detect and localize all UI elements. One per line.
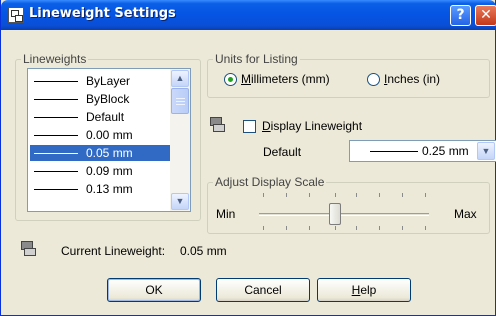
display-lineweight-label[interactable]: Display Lineweight [262, 119, 362, 133]
current-lineweight-value: 0.05 mm [180, 244, 227, 258]
list-item[interactable]: ByBlock [30, 91, 170, 107]
list-item-label: ByLayer [86, 74, 131, 88]
lineweight-settings-dialog: Lineweight Settings ? ✕ Lineweights ByLa… [0, 0, 496, 316]
line-sample [34, 135, 78, 136]
chevron-down-icon[interactable]: ▼ [477, 142, 495, 160]
scroll-down-arrow-icon[interactable]: ▼ [171, 193, 189, 210]
line-sample [34, 99, 78, 100]
list-item-label: 0.13 mm [86, 182, 133, 196]
inches-label[interactable]: Inches (in) [384, 72, 440, 86]
list-item-label: ByBlock [86, 92, 130, 106]
scale-min-label: Min [216, 207, 236, 221]
line-sample [370, 151, 418, 152]
scroll-up-arrow-icon[interactable]: ▲ [171, 70, 189, 87]
title-bar[interactable]: Lineweight Settings ? ✕ [1, 0, 496, 30]
line-sample [34, 153, 78, 154]
display-scale-group: Adjust Display Scale [207, 175, 490, 234]
list-item[interactable]: Default [30, 109, 170, 125]
list-scrollbar[interactable]: ▲ ▼ [170, 69, 190, 211]
lineweight-icon [208, 117, 226, 133]
scale-slider-thumb[interactable] [329, 203, 341, 225]
current-lineweight-label: Current Lineweight: [61, 244, 166, 258]
close-button[interactable]: ✕ [475, 5, 496, 26]
scale-slider-track[interactable] [259, 213, 429, 216]
line-sample [34, 81, 78, 82]
millimeters-radio[interactable] [224, 73, 237, 86]
cancel-button[interactable]: Cancel [216, 278, 310, 302]
list-item-label: 0.09 mm [86, 164, 133, 178]
units-legend: Units for Listing [213, 52, 300, 66]
scale-max-label: Max [454, 207, 477, 221]
default-lineweight-value: 0.25 mm [422, 144, 469, 158]
list-item-label: 0.00 mm [86, 128, 133, 142]
window-title: Lineweight Settings [29, 6, 176, 21]
millimeters-label[interactable]: Millimeters (mm) [241, 72, 330, 86]
title-help-button[interactable]: ? [450, 5, 471, 26]
scroll-thumb[interactable] [171, 88, 189, 114]
list-item-selected[interactable]: 0.05 mm [30, 145, 170, 161]
help-button[interactable]: Help [317, 278, 411, 302]
app-icon [8, 7, 24, 23]
line-sample [34, 189, 78, 190]
line-sample [34, 171, 78, 172]
ok-button[interactable]: OK [107, 278, 201, 302]
list-item-label: Default [86, 110, 125, 124]
lineweight-icon [19, 241, 37, 257]
display-lineweight-checkbox[interactable] [243, 120, 256, 133]
line-sample [34, 117, 78, 118]
list-item[interactable]: 0.00 mm [30, 127, 170, 143]
lineweights-legend: Lineweights [21, 52, 89, 66]
display-scale-legend: Adjust Display Scale [213, 175, 327, 189]
lineweights-list[interactable]: ByLayer ByBlock Default 0.00 mm 0.05 mm … [27, 68, 191, 212]
default-label: Default [263, 145, 302, 159]
list-item[interactable]: 0.09 mm [30, 163, 170, 179]
list-item[interactable]: 0.13 mm [30, 181, 170, 197]
list-item[interactable]: ByLayer [30, 73, 170, 89]
default-lineweight-dropdown[interactable]: 0.25 mm ▼ [349, 140, 496, 162]
list-item-label: 0.05 mm [86, 146, 133, 160]
inches-radio[interactable] [367, 73, 380, 86]
